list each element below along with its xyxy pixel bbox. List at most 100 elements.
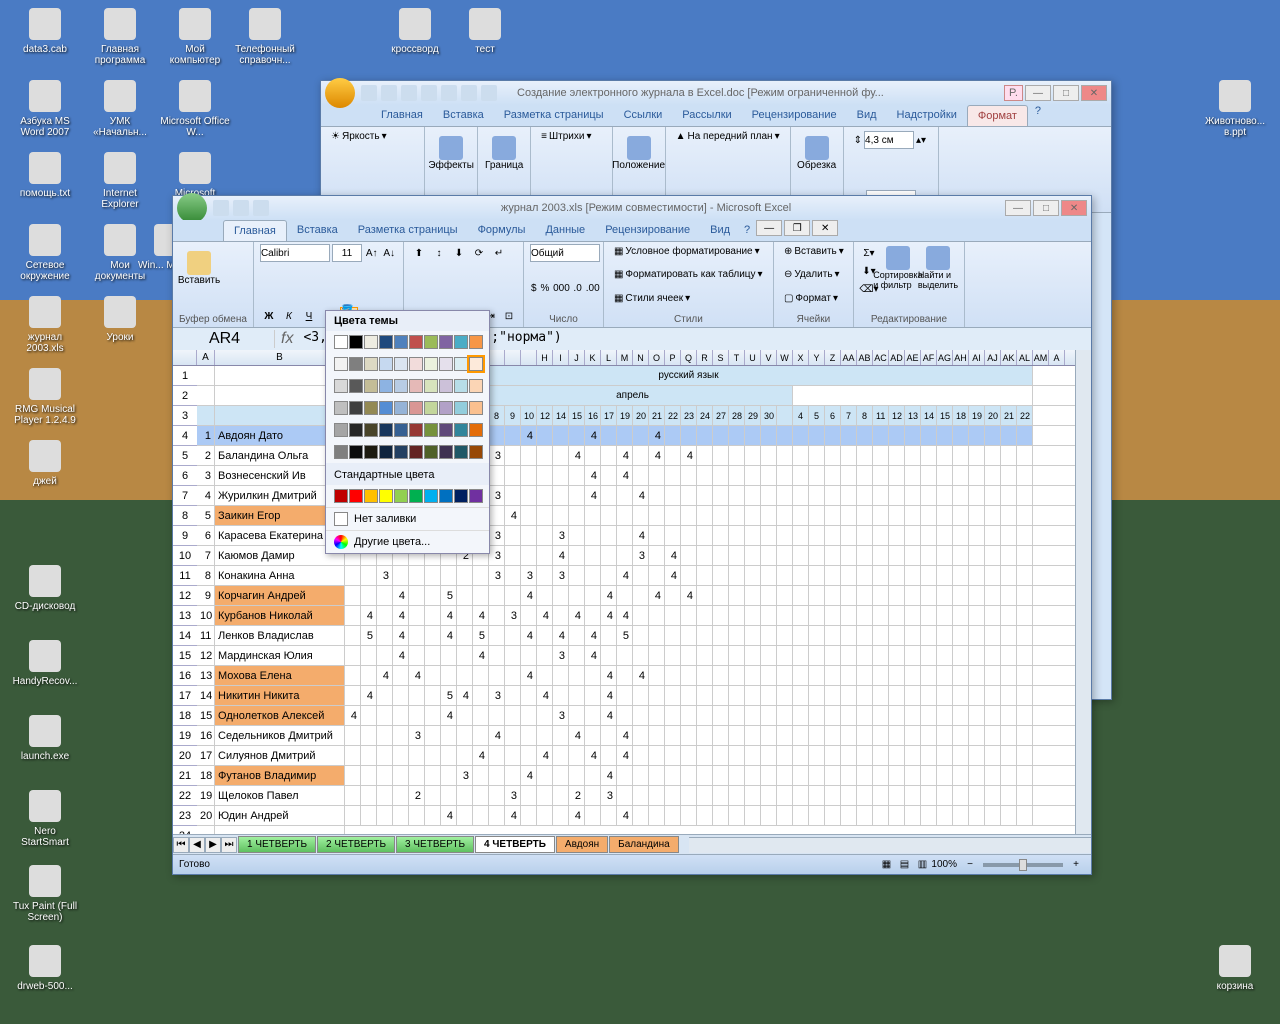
format-as-table-button[interactable]: ▦ Форматировать как таблицу ▾ xyxy=(610,267,767,282)
tab-Разметка страницы[interactable]: Разметка страницы xyxy=(494,105,614,126)
zoom-slider[interactable] xyxy=(983,863,1063,867)
desktop-icon[interactable]: CD-дисковод xyxy=(10,565,80,612)
brightness-button[interactable]: ☀ Яркость ▾ xyxy=(327,129,418,144)
prev-sheet-button[interactable]: ◀ xyxy=(189,837,205,853)
color-swatch[interactable] xyxy=(334,379,348,393)
color-swatch[interactable] xyxy=(394,445,408,459)
desktop-icon[interactable]: помощь.txt xyxy=(10,152,80,199)
inc-decimal-icon[interactable]: .0 xyxy=(572,279,582,297)
draw-icon[interactable] xyxy=(481,85,497,101)
color-swatch[interactable] xyxy=(469,379,483,393)
office-button-icon[interactable] xyxy=(177,193,207,223)
color-swatch[interactable] xyxy=(394,401,408,415)
orientation-icon[interactable]: ⟳ xyxy=(470,244,488,262)
font-size-select[interactable] xyxy=(332,244,362,262)
number-format-select[interactable] xyxy=(530,244,600,262)
desktop-icon[interactable]: журнал 2003.xls xyxy=(10,296,80,354)
horizontal-scrollbar[interactable] xyxy=(689,837,1091,853)
sheet-tab[interactable]: 3 ЧЕТВЕРТЬ xyxy=(396,836,474,853)
tab-Данные[interactable]: Данные xyxy=(535,220,595,241)
color-swatch[interactable] xyxy=(364,445,378,459)
desktop-icon[interactable]: data3.cab xyxy=(10,8,80,55)
help-icon[interactable]: ? xyxy=(1028,105,1048,126)
doc-restore-button[interactable]: ❐ xyxy=(784,220,810,236)
spellcheck-icon[interactable] xyxy=(461,85,477,101)
color-swatch[interactable] xyxy=(349,423,363,437)
color-swatch[interactable] xyxy=(424,423,438,437)
color-swatch[interactable] xyxy=(409,357,423,371)
desktop-icon[interactable]: Уроки xyxy=(85,296,155,343)
color-swatch[interactable] xyxy=(469,357,483,371)
normal-view-icon[interactable]: ▦ xyxy=(877,856,895,874)
color-swatch[interactable] xyxy=(364,379,378,393)
color-swatch[interactable] xyxy=(439,379,453,393)
desktop-icon[interactable]: drweb-500... xyxy=(10,945,80,992)
effects-button[interactable]: Эффекты xyxy=(431,129,471,177)
desktop-icon[interactable]: кроссворд xyxy=(380,8,450,55)
color-swatch[interactable] xyxy=(394,357,408,371)
redo-icon[interactable] xyxy=(401,85,417,101)
color-swatch[interactable] xyxy=(439,423,453,437)
height-input[interactable]: ⇕ ▴▾ xyxy=(850,129,932,151)
delete-cells-button[interactable]: ⊖ Удалить ▾ xyxy=(780,267,847,282)
color-swatch[interactable] xyxy=(379,357,393,371)
desktop-icon[interactable]: Сетевое окружение xyxy=(10,224,80,282)
desktop-icon[interactable]: launch.exe xyxy=(10,715,80,762)
desktop-icon[interactable]: Мой компьютер xyxy=(160,8,230,66)
color-swatch[interactable] xyxy=(379,489,393,503)
color-swatch[interactable] xyxy=(364,357,378,371)
save-icon[interactable] xyxy=(361,85,377,101)
color-swatch[interactable] xyxy=(409,379,423,393)
color-swatch[interactable] xyxy=(454,489,468,503)
tab-Вид[interactable]: Вид xyxy=(700,220,740,241)
color-swatch[interactable] xyxy=(439,357,453,371)
color-swatch[interactable] xyxy=(364,423,378,437)
excel-titlebar[interactable]: журнал 2003.xls [Режим совместимости] - … xyxy=(173,196,1091,220)
color-swatch[interactable] xyxy=(379,379,393,393)
color-swatch[interactable] xyxy=(424,445,438,459)
word-titlebar[interactable]: Создание электронного журнала в Excel.do… xyxy=(321,81,1111,105)
color-swatch[interactable] xyxy=(394,489,408,503)
bring-front-button[interactable]: ▲ На передний план ▾ xyxy=(672,129,784,144)
color-swatch[interactable] xyxy=(334,445,348,459)
color-swatch[interactable] xyxy=(349,357,363,371)
maximize-button[interactable]: □ xyxy=(1033,200,1059,216)
paste-button[interactable]: Вставить xyxy=(179,244,219,292)
zoom-out-button[interactable]: − xyxy=(961,856,979,874)
last-sheet-button[interactable]: ⏭ xyxy=(221,837,237,853)
desktop-icon[interactable]: Nero StartSmart xyxy=(10,790,80,848)
desktop-icon[interactable]: HandyRecov... xyxy=(10,640,80,687)
preview-icon[interactable] xyxy=(441,85,457,101)
color-swatch[interactable] xyxy=(379,335,393,349)
color-swatch[interactable] xyxy=(424,489,438,503)
desktop-icon[interactable]: джей xyxy=(10,440,80,487)
doc-close-button[interactable]: ✕ xyxy=(812,220,838,236)
merge-icon[interactable]: ⊡ xyxy=(501,307,517,325)
tab-Формулы[interactable]: Формулы xyxy=(468,220,536,241)
color-swatch[interactable] xyxy=(349,335,363,349)
color-swatch[interactable] xyxy=(364,401,378,415)
desktop-icon[interactable]: RMG Musical Player 1.2.4.9 xyxy=(10,368,80,426)
color-swatch[interactable] xyxy=(364,489,378,503)
maximize-button[interactable]: □ xyxy=(1053,85,1079,101)
color-swatch[interactable] xyxy=(334,423,348,437)
vertical-scrollbar[interactable] xyxy=(1075,350,1091,834)
color-swatch[interactable] xyxy=(454,423,468,437)
color-swatch[interactable] xyxy=(379,445,393,459)
color-swatch[interactable] xyxy=(334,357,348,371)
color-swatch[interactable] xyxy=(334,335,348,349)
autosum-icon[interactable]: Σ▾ xyxy=(860,244,878,262)
color-swatch[interactable] xyxy=(349,445,363,459)
color-swatch[interactable] xyxy=(439,489,453,503)
color-swatch[interactable] xyxy=(424,357,438,371)
zoom-in-button[interactable]: + xyxy=(1067,856,1085,874)
desktop-icon[interactable]: Internet Explorer xyxy=(85,152,155,210)
comma-icon[interactable]: 000 xyxy=(552,279,570,297)
underline-button[interactable]: Ч xyxy=(300,307,318,325)
sheet-tab[interactable]: 2 ЧЕТВЕРТЬ xyxy=(317,836,395,853)
desktop-icon[interactable]: Tux Paint (Full Screen) xyxy=(10,865,80,923)
color-swatch[interactable] xyxy=(349,489,363,503)
sheet-tab[interactable]: Баландина xyxy=(609,836,679,853)
color-swatch[interactable] xyxy=(424,335,438,349)
color-swatch[interactable] xyxy=(409,335,423,349)
